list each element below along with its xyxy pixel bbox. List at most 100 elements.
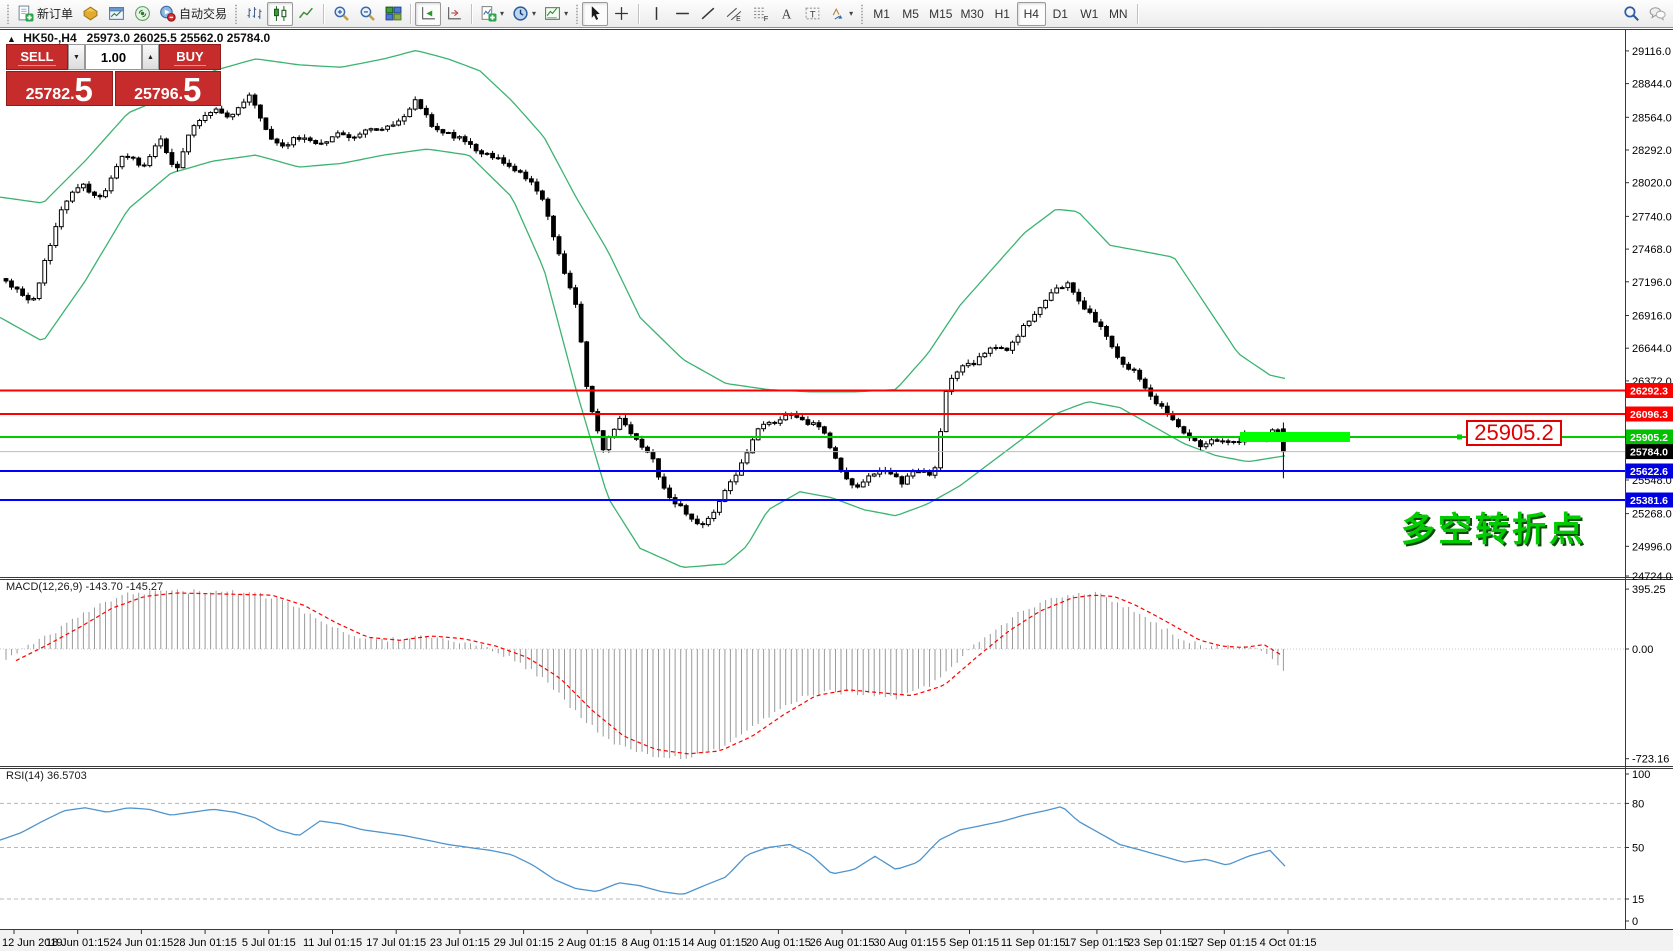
templates-icon <box>544 5 561 22</box>
collapse-marker-icon: ▲ <box>7 34 16 44</box>
channel-button[interactable]: E <box>721 2 747 26</box>
time-tick-label: 11 Jul 01:15 <box>303 937 362 949</box>
indicators-button[interactable]: ▾ <box>476 2 508 26</box>
vertical-line-button[interactable] <box>643 2 669 26</box>
buy-button[interactable]: BUY <box>159 44 221 70</box>
price-tick-label: 27468.0 <box>1632 244 1672 256</box>
market-watch-icon <box>82 5 99 22</box>
sell-price-panel[interactable]: 25782. 5 <box>6 71 113 106</box>
text-label-icon: T <box>804 5 821 22</box>
price-callout[interactable]: 25905.2 <box>1466 420 1562 446</box>
arrows-button[interactable]: ▾ <box>825 2 857 26</box>
zoom-in-button[interactable] <box>328 2 354 26</box>
time-tick-label: 28 Jun 01:15 <box>173 937 237 949</box>
sell-price-main: 25782 <box>25 86 71 103</box>
rsi-indicator-label: RSI(14) 36.5703 <box>6 770 87 782</box>
crosshair-button[interactable] <box>608 2 634 26</box>
rsi-tick-label: 50 <box>1632 843 1644 855</box>
zoom-out-button[interactable] <box>354 2 380 26</box>
timeframe-w1[interactable]: W1 <box>1075 2 1104 26</box>
price-tick-label: 26916.0 <box>1632 311 1672 323</box>
price-tick-label: 28292.0 <box>1632 145 1672 157</box>
symbol-period-label: HK50-,H4 <box>23 31 77 45</box>
time-tick-label: 18 Jun 01:15 <box>46 937 110 949</box>
chart-window-button[interactable] <box>103 2 129 26</box>
horizontal-line-button[interactable] <box>669 2 695 26</box>
text-label-button[interactable]: T <box>799 2 825 26</box>
time-tick-label: 17 Jul 01:15 <box>366 937 426 949</box>
toolbar-separator <box>410 3 412 24</box>
new-order-icon <box>17 5 34 22</box>
toolbar-grip <box>575 3 580 24</box>
timeframe-h4[interactable]: H4 <box>1016 1 1046 26</box>
line-chart-button[interactable] <box>293 2 319 26</box>
fibonacci-button[interactable]: F <box>747 2 773 26</box>
toolbar-separator <box>638 3 640 24</box>
tile-windows-icon <box>385 5 402 22</box>
buy-price-panel[interactable]: 25796. 5 <box>114 71 221 108</box>
chat-button[interactable] <box>1644 2 1670 26</box>
line-chart-icon <box>298 5 315 22</box>
dropdown-caret-icon: ▾ <box>564 9 569 18</box>
timeframe-m15[interactable]: M15 <box>925 2 956 26</box>
timeframe-h1[interactable]: H1 <box>988 2 1017 26</box>
highlight-bar[interactable] <box>1240 432 1350 442</box>
toolbar-separator <box>323 3 325 24</box>
one-click-trading-panel: SELL ▼ ▲ BUY 25782.5 25796.5 <box>6 44 221 106</box>
svg-text:E: E <box>736 16 741 22</box>
button-label: M5 <box>902 6 919 21</box>
time-tick-label: 2 Aug 01:15 <box>558 937 617 949</box>
buy-price-big-digit: 5 <box>183 71 202 108</box>
new-order-button[interactable]: 新订单 <box>13 2 77 26</box>
timeframe-m30[interactable]: M30 <box>956 2 987 26</box>
macd-tick-label: -723.16 <box>1632 754 1669 766</box>
price-tag-label: 25784.0 <box>1630 447 1668 459</box>
autotrading-button[interactable]: 自动交易 <box>155 2 231 26</box>
bar-chart-icon <box>246 5 263 22</box>
signal-icon <box>134 5 151 22</box>
auto-scroll-button[interactable] <box>415 1 442 26</box>
rsi-tick-label: 15 <box>1632 894 1644 906</box>
chart-shift-button[interactable] <box>441 2 467 26</box>
time-tick-label: 14 Aug 01:15 <box>682 937 747 949</box>
volume-up-button[interactable]: ▲ <box>142 44 159 70</box>
svg-text:T: T <box>809 9 815 20</box>
time-tick-label: 5 Jul 01:15 <box>242 937 296 949</box>
signal-button[interactable] <box>129 2 155 26</box>
text-button[interactable]: A <box>773 2 799 26</box>
cursor-button[interactable] <box>582 1 609 26</box>
timeframe-mn[interactable]: MN <box>1104 2 1133 26</box>
sell-button[interactable]: SELL <box>6 44 68 70</box>
button-label: M15 <box>929 6 953 21</box>
price-tick-label: 24724.0 <box>1632 571 1672 583</box>
price-tick-label: 28564.0 <box>1632 112 1672 124</box>
zoom-in-icon <box>333 5 350 22</box>
toolbar-grip <box>234 3 239 24</box>
price-tick-label: 25268.0 <box>1632 509 1672 521</box>
periods-button[interactable]: ▾ <box>508 2 540 26</box>
volume-down-button[interactable]: ▼ <box>68 44 85 70</box>
timeframe-m5[interactable]: M5 <box>896 2 925 26</box>
candlestick-button[interactable] <box>267 1 294 26</box>
timeframe-d1[interactable]: D1 <box>1046 2 1075 26</box>
price-tick-label: 28844.0 <box>1632 79 1672 91</box>
bar-chart-button[interactable] <box>241 2 267 26</box>
auto-scroll-icon <box>420 5 437 22</box>
indicators-icon <box>480 5 497 22</box>
price-tag-label: 25622.6 <box>1630 466 1668 478</box>
callout-anchor <box>1457 434 1462 440</box>
rsi-tick-label: 100 <box>1632 769 1650 781</box>
trendline-button[interactable] <box>695 2 721 26</box>
timeframe-m1[interactable]: M1 <box>867 2 896 26</box>
market-watch-button[interactable] <box>77 2 103 26</box>
cursor-icon <box>587 5 604 22</box>
volume-input[interactable] <box>85 44 142 70</box>
button-label: H4 <box>1023 6 1039 21</box>
annotation-text[interactable]: 多空转折点 <box>1401 502 1586 551</box>
rsi-tick-label: 80 <box>1632 798 1644 810</box>
templates-button[interactable]: ▾ <box>540 2 572 26</box>
tile-windows-button[interactable] <box>380 2 406 26</box>
search-button[interactable] <box>1618 2 1644 26</box>
macd-tick-label: 0.00 <box>1632 644 1653 656</box>
chart-area[interactable]: 29116.0 28844.0 28564.0 28292.0 28020.0 27740… <box>0 28 1673 951</box>
